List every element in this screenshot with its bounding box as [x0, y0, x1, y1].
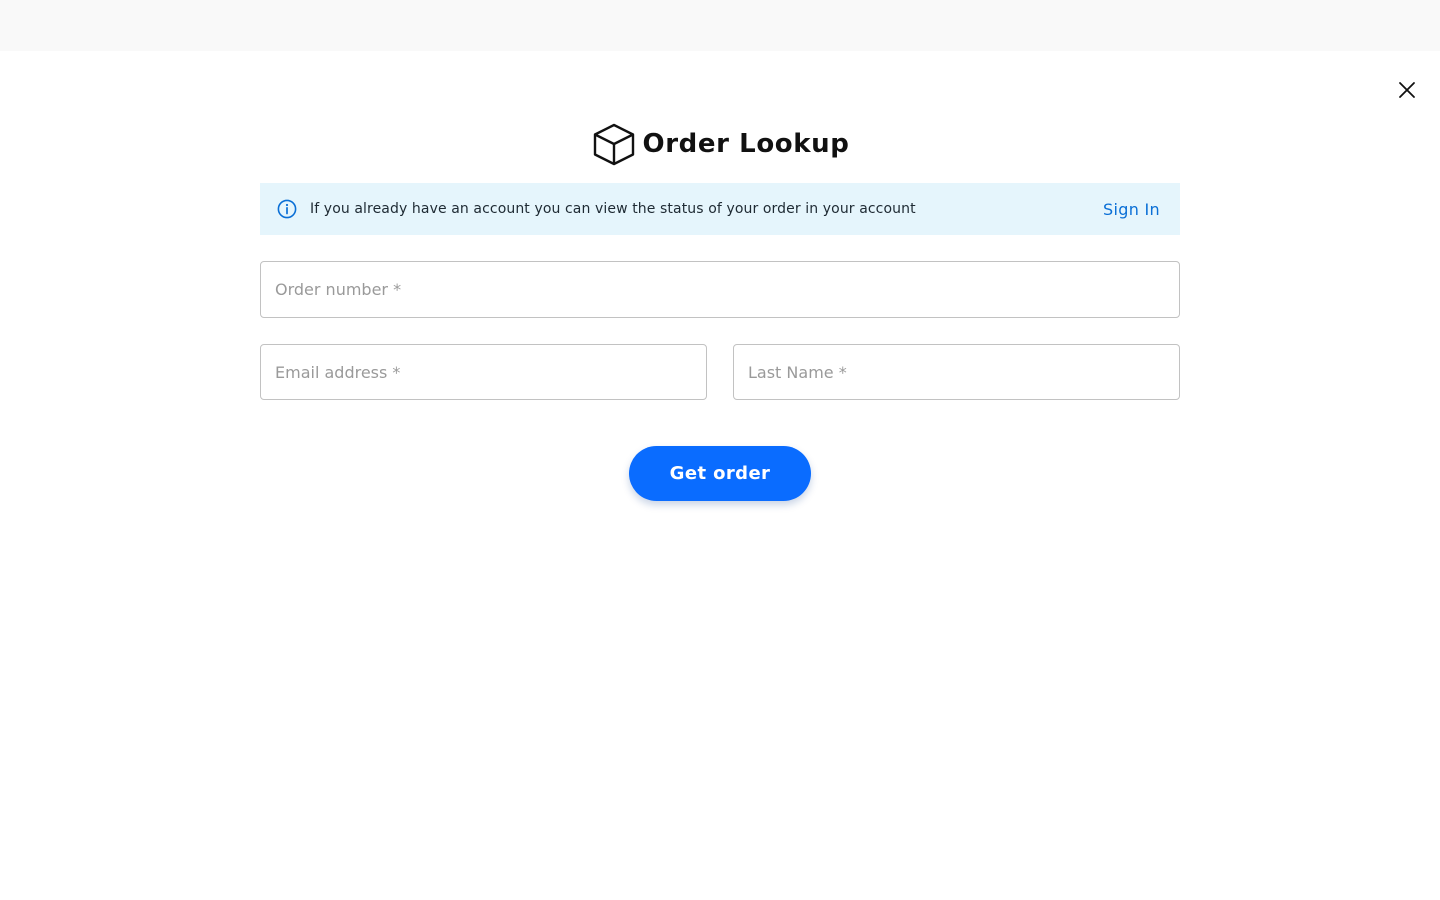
page-title: Order Lookup — [642, 129, 850, 159]
sign-in-link[interactable]: Sign In — [1103, 200, 1160, 219]
info-banner: If you already have an account you can v… — [260, 183, 1180, 235]
close-icon — [1398, 81, 1416, 99]
last-name-field[interactable] — [733, 344, 1180, 400]
order-number-field[interactable] — [260, 261, 1180, 318]
order-number-input[interactable] — [275, 280, 1165, 299]
email-address-input[interactable] — [275, 362, 692, 382]
top-bar-strip — [0, 0, 1440, 51]
last-name-input[interactable] — [748, 362, 1165, 382]
info-icon — [276, 198, 298, 220]
get-order-button[interactable]: Get order — [629, 446, 811, 501]
modal-header: Order Lookup — [0, 118, 1440, 170]
email-address-field[interactable] — [260, 344, 707, 400]
info-banner-message: If you already have an account you can v… — [310, 201, 916, 217]
box-icon — [591, 121, 637, 167]
close-button[interactable] — [1393, 76, 1421, 104]
